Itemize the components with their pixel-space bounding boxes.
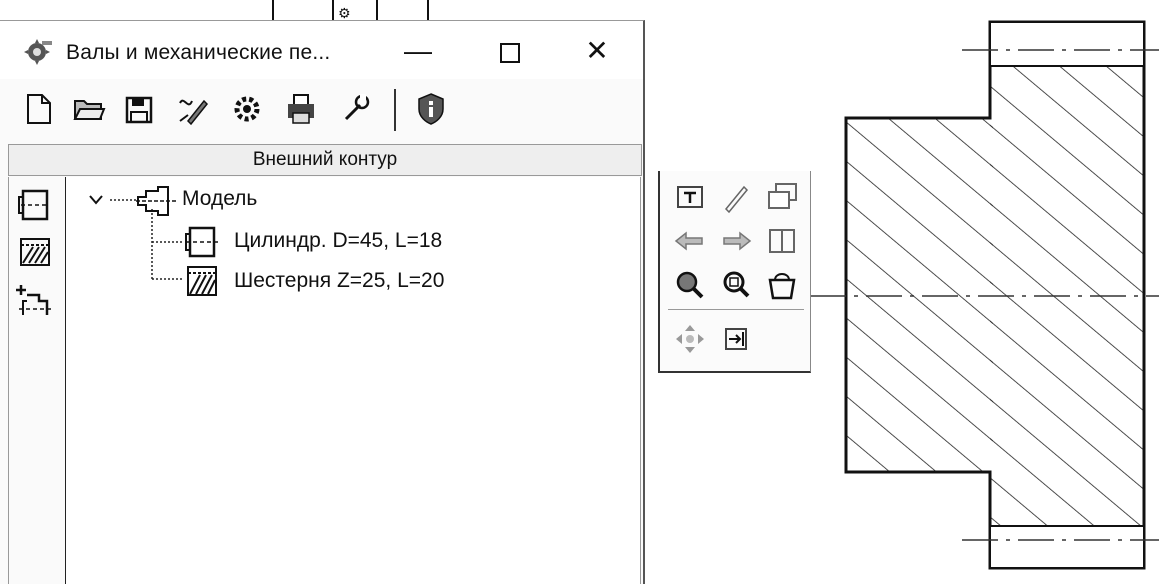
arrow-left-icon[interactable] <box>672 223 708 259</box>
model-tree: Модель Цилиндр. D=45, L=18 Шестерня Z=25… <box>66 177 641 584</box>
copy-windows-icon[interactable] <box>764 179 800 215</box>
edit-pen-icon[interactable] <box>176 91 210 127</box>
panel-split-icon[interactable] <box>764 223 800 259</box>
open-folder-icon[interactable] <box>72 91 106 127</box>
main-toolbar <box>0 83 643 139</box>
cylinder-icon <box>182 225 222 259</box>
save-icon[interactable] <box>122 91 156 127</box>
view-palette <box>658 171 811 373</box>
close-icon: ✕ <box>585 35 609 66</box>
gear-hatched-icon[interactable] <box>15 233 55 269</box>
shaft-section-drawing <box>810 20 1159 570</box>
palette-separator <box>668 309 804 310</box>
shield-info-icon[interactable] <box>414 91 448 127</box>
shafts-window: Валы и механические пе... — ✕ Внешний ко… <box>0 20 645 584</box>
insert-icon[interactable] <box>672 179 708 215</box>
basket-icon[interactable] <box>764 267 800 303</box>
exit-icon[interactable] <box>718 321 754 357</box>
add-element-icon[interactable] <box>15 281 55 317</box>
close-button[interactable]: ✕ <box>572 31 622 71</box>
toolbar-separator <box>394 89 396 131</box>
zoom-page-icon[interactable] <box>718 267 754 303</box>
app-gear-icon <box>24 37 54 65</box>
background-window-fragment: ⚙ <box>272 0 429 22</box>
maximize-button[interactable] <box>485 31 535 71</box>
chevron-down-icon[interactable] <box>96 191 112 207</box>
pencil-icon[interactable] <box>718 179 754 215</box>
cylinder-icon[interactable] <box>15 187 55 223</box>
tree-root-label[interactable]: Модель <box>182 187 257 211</box>
print-icon[interactable] <box>284 91 318 127</box>
gear-hatched-icon <box>182 263 222 297</box>
new-document-icon[interactable] <box>22 91 56 127</box>
gear-settings-icon[interactable] <box>230 91 264 127</box>
model-assembly-icon <box>136 185 176 217</box>
zoom-search-icon[interactable] <box>672 267 708 303</box>
title-bar: Валы и механические пе... — ✕ <box>0 21 643 79</box>
section-header: Внешний контур <box>8 144 642 176</box>
tree-item-cylinder[interactable]: Цилиндр. D=45, L=18 <box>234 229 442 253</box>
minimize-icon: — <box>404 35 432 66</box>
move-icon[interactable] <box>672 321 708 357</box>
maximize-icon <box>500 42 520 63</box>
minimize-button[interactable]: — <box>393 31 443 71</box>
window-title: Валы и механические пе... <box>66 41 331 64</box>
tree-item-gear[interactable]: Шестерня Z=25, L=20 <box>234 269 444 293</box>
cylinder-section <box>846 118 993 472</box>
arrow-right-icon[interactable] <box>718 223 754 259</box>
wrench-icon[interactable] <box>338 91 372 127</box>
element-strip <box>8 177 67 584</box>
